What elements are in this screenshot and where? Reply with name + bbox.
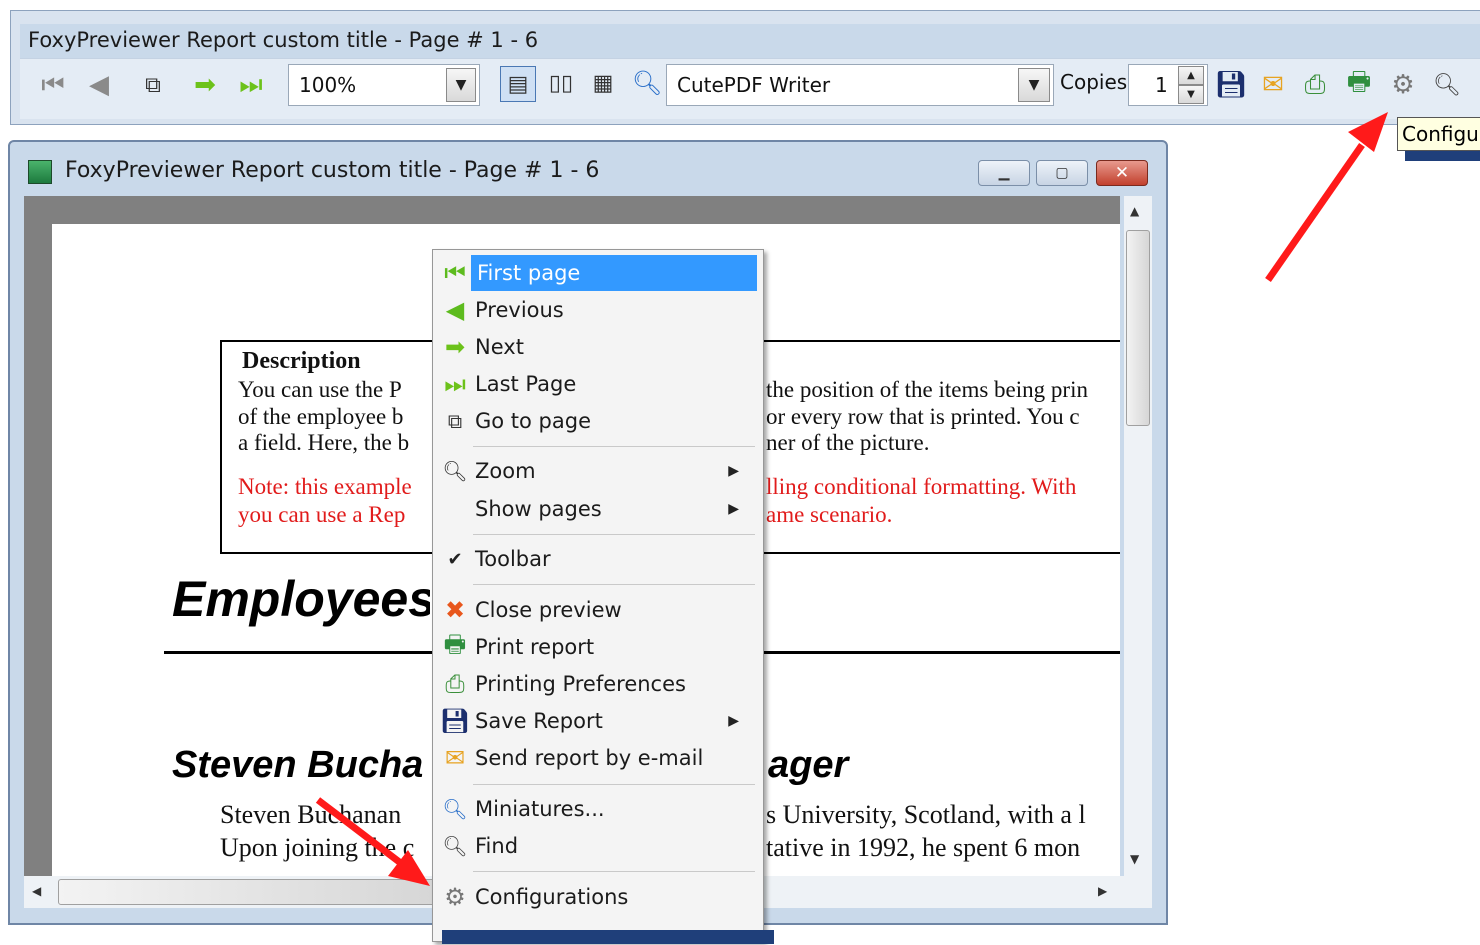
context-menu: ⏮ First page ◀ Previous ➡ Next ⏭ Last Pa… <box>432 249 764 942</box>
menu-separator <box>473 584 755 585</box>
employees-heading: Employees <box>172 571 430 627</box>
submenu-arrow-icon: ▶ <box>728 713 739 729</box>
configurations-tooltip: Configurations <box>1397 117 1480 151</box>
configurations-icon[interactable]: ⚙ <box>1386 68 1420 102</box>
menu-item-go-to-page[interactable]: ⧉ Go to page <box>439 403 755 439</box>
submenu-arrow-icon: ▶ <box>728 501 739 517</box>
vertical-scroll-thumb[interactable] <box>1126 230 1150 426</box>
desc-line1-right: the position of the items being prin <box>766 377 1088 402</box>
body-line2-left: Upon joining the c <box>220 833 415 862</box>
zoom-icon[interactable]: 🔍︎ <box>630 66 664 100</box>
preview-window-title: FoxyPreviewer Report custom title - Page… <box>65 158 600 183</box>
printer-combo-value: CutePDF Writer <box>677 73 831 97</box>
menu-underbar <box>442 930 774 944</box>
first-page-icon[interactable]: ⏮ <box>36 68 70 102</box>
menu-separator <box>473 534 755 535</box>
menu-item-send-email[interactable]: ✉ Send report by e-mail <box>439 740 755 776</box>
menu-separator <box>473 446 755 447</box>
annotation-arrow-toolbar <box>1265 143 1365 282</box>
copies-label: Copies <box>1060 70 1128 94</box>
menu-item-toolbar[interactable]: ✔ Toolbar <box>439 541 755 577</box>
minimize-button[interactable]: ▁ <box>978 160 1030 186</box>
scroll-left-arrow-icon[interactable]: ◀ <box>32 884 41 898</box>
menu-item-print-report[interactable]: 🖶︎ Print report <box>439 629 755 665</box>
note-line1-left: Note: this example <box>238 474 412 499</box>
zoom-icon: 🔍︎ <box>442 459 468 483</box>
menu-item-close-preview[interactable]: ✖ Close preview <box>439 592 755 628</box>
next-icon[interactable]: ➡ <box>188 68 222 102</box>
printing-preferences-icon: ⎙ <box>445 670 465 698</box>
email-icon[interactable]: ✉ <box>1256 68 1290 102</box>
last-page-icon: ⏭ <box>444 370 466 398</box>
printer-combo[interactable]: CutePDF Writer <box>666 64 1054 106</box>
menu-item-configurations[interactable]: ⚙ Configurations <box>439 879 755 915</box>
close-icon: ✖ <box>444 596 466 624</box>
menu-item-zoom[interactable]: 🔍︎ Zoom ▶ <box>439 453 755 489</box>
print-icon: 🖶︎ <box>443 629 467 658</box>
menu-separator <box>473 871 755 872</box>
desc-line3-left: a field. Here, the b <box>238 430 410 455</box>
employee-name-left: Steven Bucha <box>172 744 424 786</box>
toolbar-window-title: FoxyPreviewer Report custom title - Page… <box>28 28 539 52</box>
desc-line2-right: or every row that is printed. You c <box>766 404 1080 429</box>
one-page-icon[interactable]: ▤ <box>500 66 536 102</box>
printer-dropdown-button[interactable]: ▼ <box>1018 68 1050 102</box>
menu-item-find[interactable]: 🔍︎ Find <box>439 828 755 864</box>
menu-item-next[interactable]: ➡ Next <box>439 329 755 365</box>
note-line1-right: lling conditional formatting. With <box>766 474 1077 499</box>
find-icon: 🔍︎ <box>442 834 468 858</box>
scroll-right-arrow-icon[interactable]: ▶ <box>1098 884 1107 898</box>
last-page-icon[interactable]: ⏭ <box>234 68 268 102</box>
printing-preferences-icon[interactable]: ⎙ <box>1298 68 1332 102</box>
body-line2-right: tative in 1992, he spent 6 mon <box>766 833 1081 862</box>
next-icon: ➡ <box>444 333 466 361</box>
body-line1-right: s University, Scotland, with a l <box>766 800 1086 829</box>
goto-page-icon[interactable]: ⧉ <box>136 68 170 102</box>
note-line2-right: ame scenario. <box>766 502 893 527</box>
close-window-button[interactable]: ✕ <box>1096 160 1148 186</box>
menu-item-printing-preferences[interactable]: ⎙ Printing Preferences <box>439 666 755 702</box>
copies-value: 1 <box>1155 73 1168 97</box>
zoom-combo-value: 100% <box>299 73 357 97</box>
submenu-arrow-icon: ▶ <box>728 463 739 479</box>
menu-item-last-page[interactable]: ⏭ Last Page <box>439 366 755 402</box>
tooltip-underbar <box>1405 151 1480 161</box>
app-icon <box>28 160 52 184</box>
find-icon[interactable]: 🔍︎ <box>1430 68 1464 102</box>
note-line2-left: you can use a Rep <box>238 502 406 527</box>
maximize-button[interactable]: ▢ <box>1036 160 1088 186</box>
menu-item-miniatures[interactable]: 🔍︎ Miniatures... <box>439 791 755 827</box>
zoom-dropdown-button[interactable]: ▼ <box>446 68 476 102</box>
scroll-up-arrow-icon[interactable]: ▲ <box>1130 204 1139 218</box>
configurations-icon: ⚙ <box>444 883 466 911</box>
two-pages-icon[interactable]: ▯▯ <box>544 66 578 100</box>
copies-up-button[interactable]: ▲ <box>1178 66 1204 85</box>
email-icon: ✉ <box>444 744 466 772</box>
print-icon[interactable]: 🖶︎ <box>1342 67 1376 102</box>
menu-item-previous[interactable]: ◀ Previous <box>439 292 755 328</box>
check-icon: ✔ <box>447 548 463 570</box>
desc-line3-right: ner of the picture. <box>766 430 930 455</box>
menu-item-show-pages[interactable]: Show pages ▶ <box>439 491 755 527</box>
menu-separator <box>473 784 755 785</box>
miniatures-icon: 🔍︎ <box>442 797 468 821</box>
employee-title-right: ager <box>768 744 849 786</box>
menu-item-first-page[interactable]: First page <box>471 255 757 291</box>
four-pages-icon[interactable]: ▦ <box>586 66 620 100</box>
body-line1-left: Steven Buchanan <box>220 800 402 829</box>
previous-icon: ◀ <box>445 296 465 324</box>
goto-page-icon: ⧉ <box>447 409 463 433</box>
desc-line1-left: You can use the P <box>238 377 402 402</box>
menu-item-save-report[interactable]: 💾︎ Save Report ▶ <box>439 703 755 739</box>
first-page-icon: ⏮ <box>444 259 466 287</box>
previous-icon[interactable]: ◀ <box>82 68 116 102</box>
scroll-down-arrow-icon[interactable]: ▼ <box>1130 852 1139 866</box>
horizontal-scroll-thumb[interactable] <box>58 879 438 905</box>
save-icon: 💾︎ <box>439 707 471 735</box>
desc-line2-left: of the employee b <box>238 404 404 429</box>
save-icon[interactable]: 💾︎ <box>1214 68 1248 102</box>
copies-down-button[interactable]: ▼ <box>1178 85 1204 104</box>
description-heading: Description <box>242 348 361 374</box>
